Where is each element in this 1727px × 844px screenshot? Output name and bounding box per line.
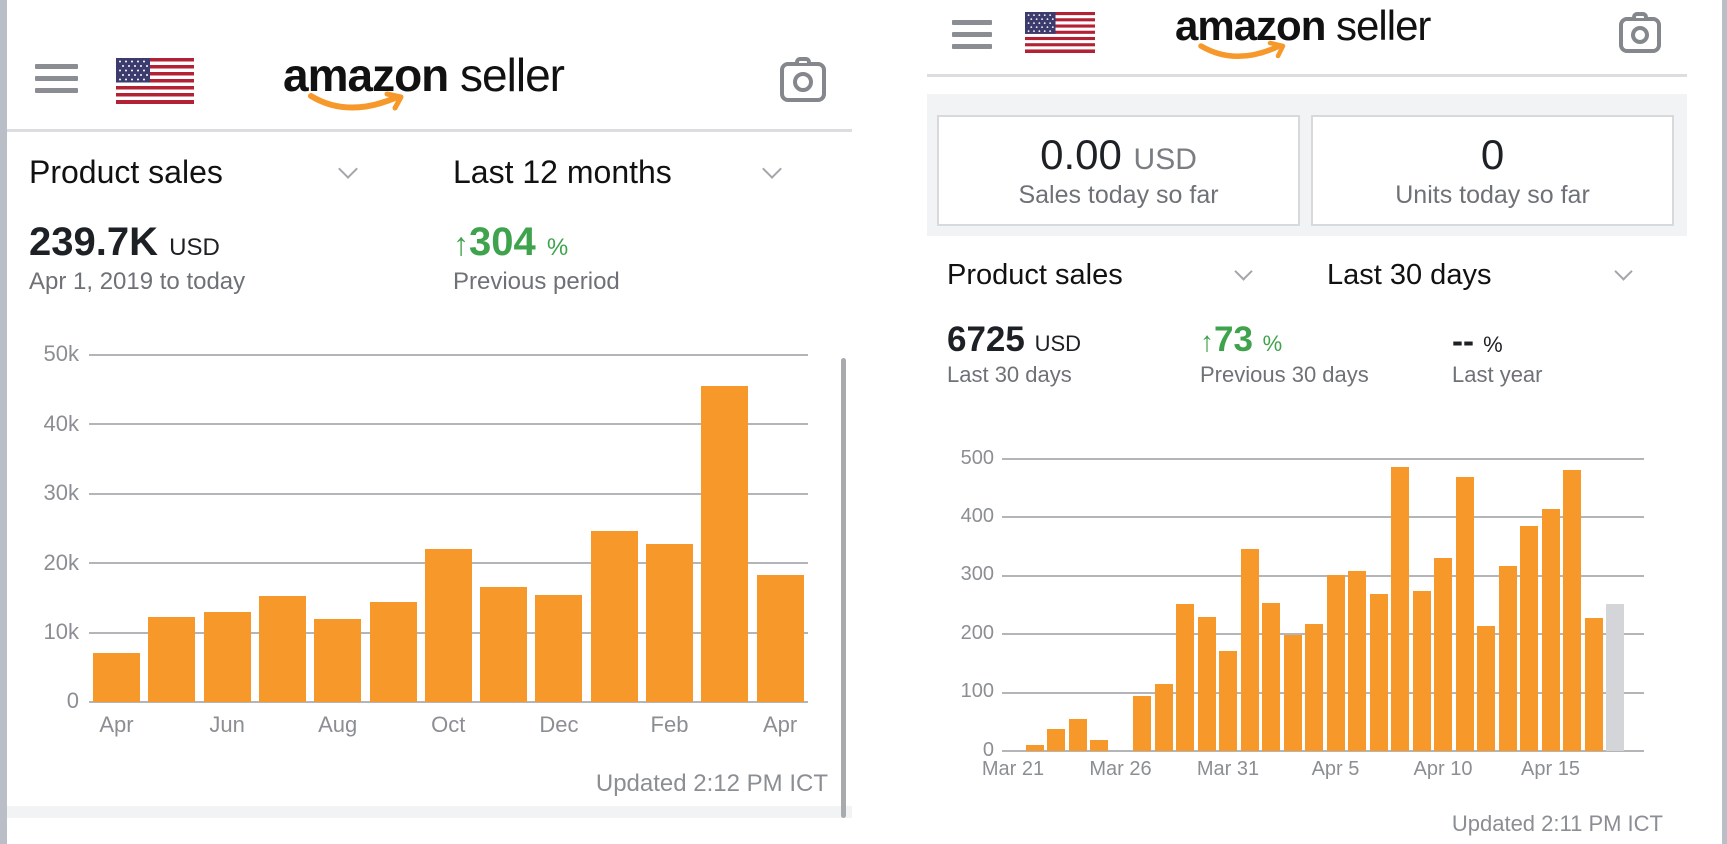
y-tick-label: 10k	[43, 618, 79, 644]
x-tick-label: Oct	[431, 712, 466, 737]
bar[interactable]	[646, 543, 693, 702]
bar[interactable]	[258, 595, 306, 702]
bar[interactable]	[1348, 570, 1366, 751]
y-tick-label: 400	[960, 505, 994, 527]
gridline	[89, 423, 808, 426]
bar[interactable]	[1391, 467, 1409, 751]
window-edge-right	[1722, 0, 1727, 844]
bar[interactable]	[1563, 469, 1581, 751]
gridline	[1002, 458, 1644, 460]
x-tick-label: Feb	[650, 712, 689, 737]
bar[interactable]	[535, 595, 583, 702]
y-tick-label: 100	[960, 680, 994, 703]
bar[interactable]	[1520, 525, 1538, 751]
x-tick-label: Apr	[762, 712, 798, 737]
updated-timestamp: Updated 2:12 PM ICT	[595, 770, 828, 797]
bar[interactable]	[1326, 575, 1345, 751]
y-tick-label: 300	[960, 563, 994, 586]
x-tick-label: Jun	[209, 712, 245, 737]
x-tick-label: Mar 26	[1089, 758, 1152, 780]
bar[interactable]	[1283, 634, 1302, 751]
x-tick-label: Apr 5	[1311, 758, 1360, 780]
monthly-sales-chart: 0 10k 20k 30k 40k 50k Apr Jun Aug Oct Dec Feb Apr	[7, 0, 852, 844]
bar[interactable]	[203, 612, 251, 702]
bar[interactable]	[590, 531, 638, 702]
y-tick-label: 200	[960, 621, 994, 644]
bar[interactable]	[701, 386, 749, 702]
bar[interactable]	[1262, 602, 1280, 751]
y-tick-label: 30k	[43, 480, 79, 506]
projected-bar[interactable]	[1606, 604, 1624, 751]
x-tick-label: Apr 15	[1521, 758, 1580, 780]
bar[interactable]	[148, 616, 196, 702]
bar[interactable]	[756, 574, 804, 702]
daily-sales-chart: 0 100 200 300 400 500 Mar 21 Mar 26 Mar 31 Apr 5A…	[922, 0, 1722, 844]
bar[interactable]	[424, 549, 472, 702]
bar[interactable]	[1090, 740, 1108, 751]
y-tick-label: 0	[66, 688, 79, 714]
bar[interactable]	[1412, 590, 1431, 751]
bar[interactable]	[1025, 745, 1044, 751]
bar[interactable]	[93, 652, 140, 702]
right-screen: amazon seller 0.00 USD Sales today so fa…	[922, 0, 1722, 844]
updated-timestamp: Updated 2:11 PM ICT	[1451, 811, 1663, 836]
bar[interactable]	[1219, 650, 1237, 751]
bar[interactable]	[480, 587, 528, 702]
bar[interactable]	[1455, 477, 1474, 751]
bar[interactable]	[1305, 623, 1323, 751]
bar[interactable]	[1176, 603, 1194, 751]
bar[interactable]	[1133, 696, 1151, 751]
bar[interactable]	[1197, 616, 1216, 751]
y-tick-label: 50k	[43, 341, 79, 367]
left-screen: amazon seller Product sales Last 12 mont…	[7, 0, 852, 844]
x-tick-label: Apr	[99, 712, 134, 737]
bar[interactable]	[1541, 508, 1560, 751]
window-edge-left	[0, 0, 7, 844]
scrollbar[interactable]	[841, 358, 846, 818]
bar[interactable]	[1434, 557, 1452, 751]
bar[interactable]	[1369, 594, 1388, 751]
x-tick-label: Apr 10	[1413, 758, 1473, 780]
section-separator	[7, 806, 852, 818]
gridline	[89, 492, 808, 495]
bar[interactable]	[1047, 728, 1065, 751]
y-tick-label: 20k	[43, 549, 79, 575]
bar[interactable]	[369, 602, 417, 702]
y-tick-label: 40k	[43, 410, 79, 436]
y-tick-label: 500	[960, 446, 994, 469]
bar[interactable]	[1477, 626, 1495, 751]
bar[interactable]	[1240, 548, 1259, 751]
x-tick-label: Mar 21	[981, 758, 1045, 780]
x-tick-label: Dec	[539, 712, 579, 737]
bar[interactable]	[314, 619, 362, 702]
gridline	[89, 354, 808, 356]
x-tick-label: Aug	[318, 712, 358, 737]
bar[interactable]	[1498, 565, 1517, 751]
bar[interactable]	[1154, 683, 1173, 751]
x-tick-label: Mar 31	[1196, 758, 1260, 780]
bar[interactable]	[1584, 617, 1603, 751]
bar[interactable]	[1068, 719, 1087, 751]
